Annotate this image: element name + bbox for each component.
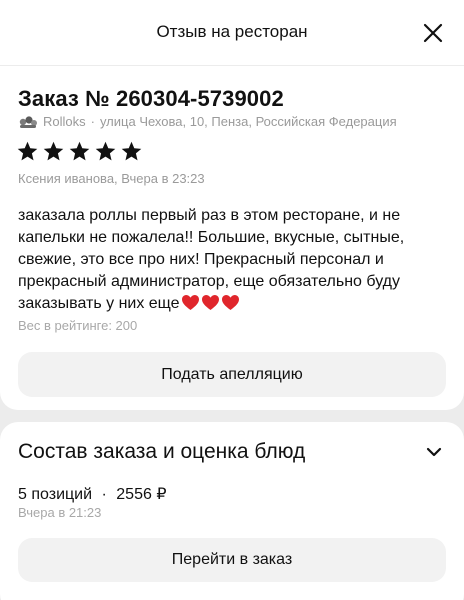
separator-dot: · bbox=[101, 486, 107, 503]
star-icon bbox=[43, 141, 64, 161]
order-number-title: Заказ № 260304-5739002 bbox=[18, 86, 284, 111]
heart-icon bbox=[221, 294, 239, 311]
star-icon bbox=[69, 141, 90, 161]
order-summary: 5 позиций · 2556 ₽ bbox=[18, 484, 167, 504]
star-icon bbox=[95, 141, 116, 161]
order-composition-title[interactable]: Состав заказа и оценка блюд bbox=[18, 440, 305, 464]
restaurant-name: Rolloks bbox=[43, 114, 86, 129]
rating-weight: Вес в рейтинге: 200 bbox=[18, 318, 138, 333]
order-time: Вчера в 21:23 bbox=[18, 505, 102, 520]
header: Отзыв на ресторан bbox=[0, 0, 464, 66]
restaurant-address: улица Чехова, 10, Пенза, Российская Феде… bbox=[99, 114, 397, 129]
order-positions: 5 позиций bbox=[18, 486, 93, 503]
order-total: 2556 ₽ bbox=[116, 486, 167, 503]
rating-stars bbox=[16, 140, 143, 163]
page-title: Отзыв на ресторан bbox=[156, 22, 308, 41]
close-icon[interactable] bbox=[422, 22, 444, 44]
separator-dot: · bbox=[90, 114, 95, 129]
go-to-order-button[interactable]: Перейти в заказ bbox=[18, 538, 446, 582]
appeal-button[interactable]: Подать апелляцию bbox=[18, 352, 446, 397]
restaurant-logo-icon bbox=[19, 115, 37, 128]
heart-emojis bbox=[181, 294, 240, 311]
heart-icon bbox=[181, 294, 199, 311]
review-author: Ксения иванова, Вчера в 23:23 bbox=[18, 171, 205, 186]
heart-icon bbox=[201, 294, 219, 311]
review-text: заказала роллы первый раз в этом рестора… bbox=[18, 205, 448, 315]
star-icon bbox=[121, 141, 142, 161]
restaurant-info: Rolloks · улица Чехова, 10, Пенза, Росси… bbox=[18, 114, 397, 129]
star-icon bbox=[17, 141, 38, 161]
chevron-down-icon[interactable] bbox=[426, 446, 442, 458]
